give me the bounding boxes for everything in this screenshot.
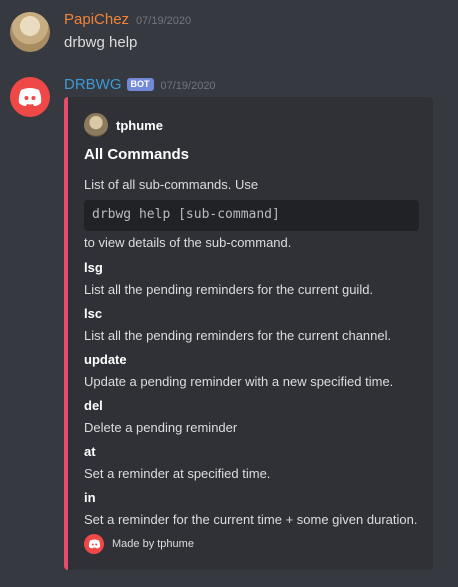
bot-avatar[interactable] [10,77,50,117]
discord-logo-icon [18,88,42,106]
message-user: PapiChez 07/19/2020 drbwg help [0,0,458,70]
embed-author: tphume [84,113,163,137]
user-avatar[interactable] [10,12,50,52]
field-name: update [84,352,127,367]
field-value: Set a reminder at specified time. [84,466,271,481]
username[interactable]: PapiChez [64,11,129,28]
field-lsc: lsc List all the pending reminders for t… [84,306,424,344]
username[interactable]: DRBWG [64,76,122,93]
field-del: del Delete a pending reminder [84,398,424,436]
field-at: at Set a reminder at specified time. [84,444,424,482]
field-name: lsg [84,260,103,275]
field-value: List all the pending reminders for the c… [84,328,392,343]
author-name: tphume [116,117,163,133]
field-value: Set a reminder for the current time + so… [84,512,418,527]
message-content: drbwg help [64,34,138,51]
embed: tphume All Commands List of all sub-comm… [64,97,433,570]
timestamp: 07/19/2020 [160,80,216,92]
embed-footer: Made by tphume [84,534,194,554]
field-lsg: lsg List all the pending reminders for t… [84,260,424,298]
author-avatar [84,113,108,137]
message-header: DRBWG BOT 07/19/2020 [64,76,216,93]
field-value: Update a pending reminder with a new spe… [84,374,394,389]
embed-description-2: to view details of the sub-command. [84,235,292,250]
bot-tag: BOT [126,78,154,91]
field-name: in [84,490,96,505]
embed-description: List of all sub-commands. Use [84,177,259,192]
timestamp: 07/19/2020 [136,15,192,27]
field-name: del [84,398,103,413]
field-value: Delete a pending reminder [84,420,238,435]
message-header: PapiChez 07/19/2020 [64,11,191,28]
embed-title: All Commands [84,146,190,163]
field-name: at [84,444,96,459]
discord-logo-icon [84,534,104,554]
code-block: drbwg help [sub-command] [84,200,419,231]
field-in: in Set a reminder for the current time +… [84,490,424,528]
field-name: lsc [84,306,103,321]
field-update: update Update a pending reminder with a … [84,352,424,390]
footer-text: Made by tphume [112,538,194,550]
field-value: List all the pending reminders for the c… [84,282,374,297]
